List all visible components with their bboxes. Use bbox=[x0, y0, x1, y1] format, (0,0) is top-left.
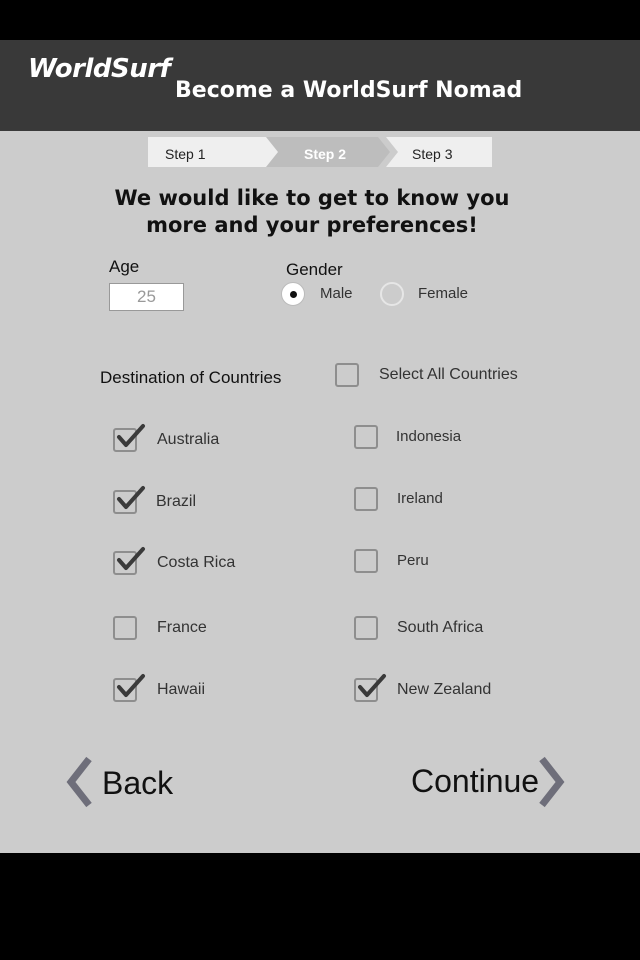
continue-label: Continue bbox=[411, 763, 540, 799]
country-checkbox-brazil[interactable] bbox=[113, 486, 145, 514]
gender-male-label: Male bbox=[320, 285, 353, 302]
intro-heading-line-1: We would like to get to know you bbox=[114, 186, 510, 210]
country-label-new-zealand: New Zealand bbox=[397, 681, 492, 698]
app-logo: WorldSurf bbox=[28, 54, 171, 84]
chevron-left-icon bbox=[66, 756, 92, 808]
step-1[interactable]: Step 1 bbox=[148, 137, 280, 167]
country-checkbox-south-africa[interactable] bbox=[354, 616, 378, 640]
country-checkbox-costa-rica[interactable] bbox=[113, 547, 145, 575]
country-label-costa-rica: Costa Rica bbox=[157, 554, 236, 571]
gender-label: Gender bbox=[286, 260, 343, 279]
gender-male-radio[interactable] bbox=[281, 282, 305, 306]
country-label-australia: Australia bbox=[157, 431, 220, 448]
gender-female-radio[interactable] bbox=[380, 282, 404, 306]
country-checkbox-france[interactable] bbox=[113, 616, 137, 640]
country-checkbox-australia[interactable] bbox=[113, 424, 145, 452]
checkmark-icon bbox=[117, 674, 145, 697]
step-3[interactable]: Step 3 bbox=[386, 137, 492, 167]
destination-label: Destination of Countries bbox=[100, 368, 282, 387]
country-label-france: France bbox=[157, 619, 207, 636]
bottom-bar bbox=[0, 853, 640, 960]
intro-heading: We would like to get to know you more an… bbox=[0, 185, 624, 239]
country-checkbox-hawaii[interactable] bbox=[113, 674, 145, 702]
intro-heading-line-2: more and your preferences! bbox=[146, 213, 478, 237]
app-header: WorldSurf Become a WorldSurf Nomad bbox=[0, 40, 640, 131]
back-label: Back bbox=[102, 765, 174, 801]
step-2-active[interactable]: Step 2 bbox=[266, 137, 390, 167]
checkmark-icon bbox=[117, 547, 145, 570]
country-checkbox-peru[interactable] bbox=[354, 549, 378, 573]
age-input[interactable]: 25 bbox=[109, 283, 184, 311]
step-progress: Step 1 Step 2 Step 3 bbox=[148, 137, 492, 167]
main-content: Step 1 Step 2 Step 3 We would like to ge… bbox=[0, 131, 640, 853]
chevron-right-icon bbox=[539, 756, 565, 808]
country-label-ireland: Ireland bbox=[397, 490, 443, 507]
country-label-peru: Peru bbox=[397, 552, 429, 569]
country-label-brazil: Brazil bbox=[156, 493, 197, 510]
checkmark-icon bbox=[117, 424, 145, 447]
checkmark-icon bbox=[358, 674, 386, 697]
country-label-indonesia: Indonesia bbox=[396, 428, 462, 445]
country-checkbox-indonesia[interactable] bbox=[354, 425, 378, 449]
country-checkbox-new-zealand[interactable] bbox=[354, 674, 386, 702]
country-label-hawaii: Hawaii bbox=[157, 681, 206, 698]
checkmark-icon bbox=[117, 486, 145, 509]
page-title: Become a WorldSurf Nomad bbox=[175, 78, 523, 103]
country-checkbox-ireland[interactable] bbox=[354, 487, 378, 511]
select-all-label: Select All Countries bbox=[379, 366, 518, 383]
age-label: Age bbox=[109, 257, 140, 276]
country-label-south-africa: South Africa bbox=[397, 619, 484, 636]
gender-female-label: Female bbox=[418, 285, 469, 302]
select-all-checkbox[interactable] bbox=[335, 363, 359, 387]
